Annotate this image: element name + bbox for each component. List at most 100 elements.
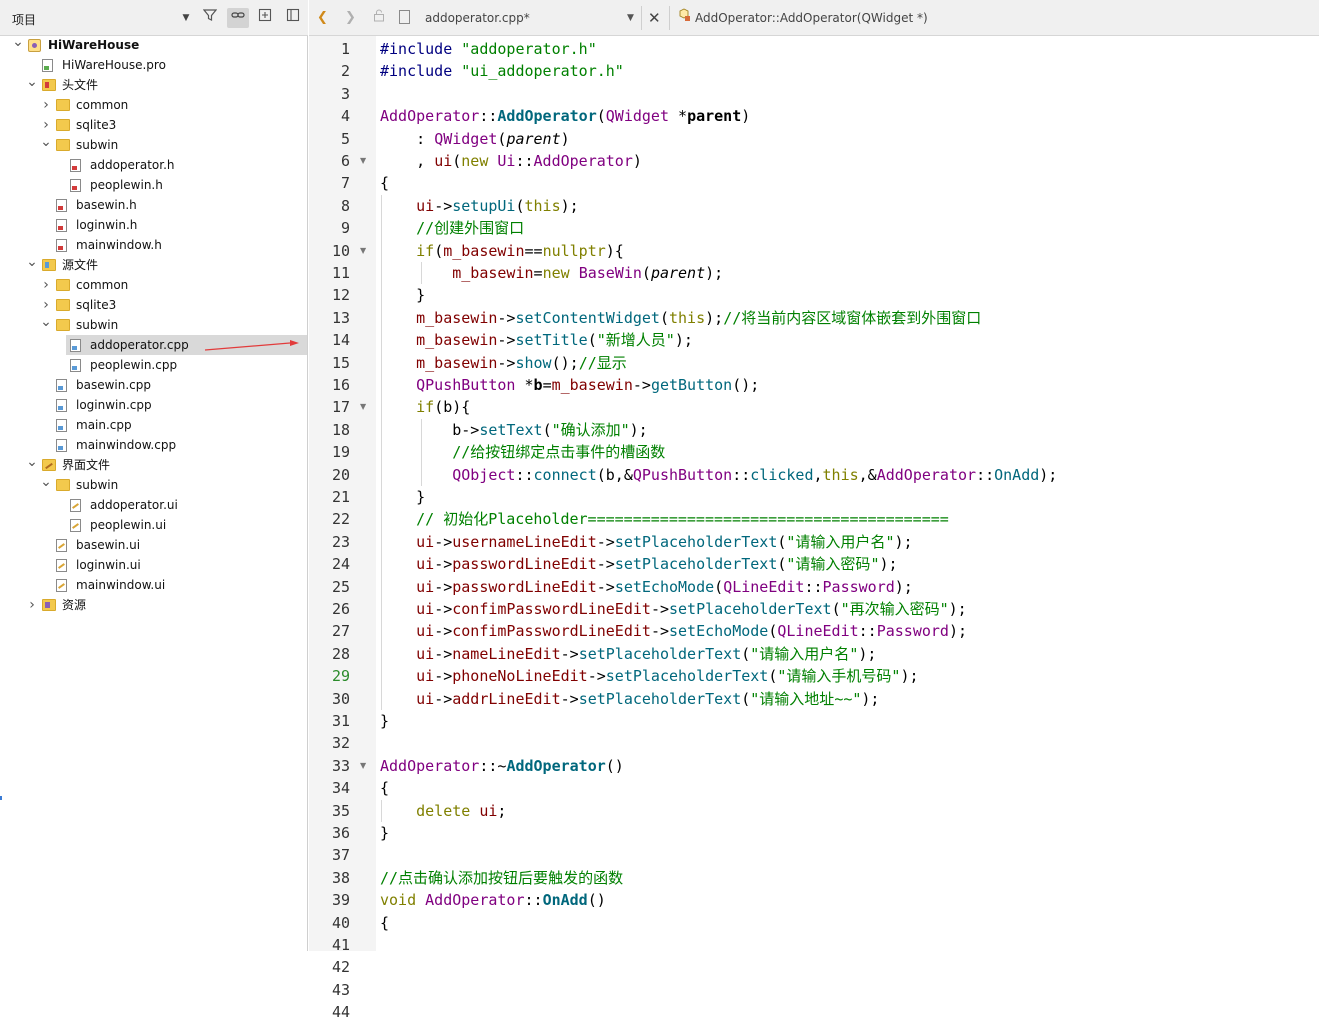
fold-marker-icon[interactable]: ▼ — [360, 396, 370, 418]
open-file-name[interactable]: addoperator.cpp* — [425, 8, 530, 28]
close-document-icon[interactable]: ✕ — [648, 8, 661, 28]
expand-arrow-icon[interactable]: ⌄ — [40, 315, 52, 335]
tree-item[interactable]: peoplewin.h — [0, 175, 307, 195]
back-arrow-icon[interactable]: ❮ — [317, 8, 328, 28]
view-dropdown-chevron-icon[interactable]: ▼ — [178, 8, 194, 28]
code-token: ); — [879, 555, 898, 574]
code-token: ( — [515, 196, 525, 215]
tree-item[interactable]: mainwindow.cpp — [0, 435, 307, 455]
tree-item[interactable]: addoperator.ui — [0, 495, 307, 515]
code-token: setPlaceholderText — [669, 600, 832, 618]
tree-item-label: HiWareHouse — [48, 38, 140, 52]
code-token: :: — [858, 622, 877, 641]
tree-item[interactable]: addoperator.h — [0, 155, 307, 175]
folder-icon — [56, 279, 70, 291]
tree-item[interactable]: basewin.h — [0, 195, 307, 215]
code-token: this — [669, 308, 706, 327]
fold-marker-icon[interactable]: ▼ — [360, 755, 370, 777]
code-token: setTitle — [515, 331, 588, 350]
tree-item[interactable]: loginwin.ui — [0, 555, 307, 575]
expand-arrow-icon[interactable]: ⌄ — [40, 475, 52, 495]
tree-item[interactable]: ⌄ 源文件 — [0, 255, 307, 275]
tree-item[interactable]: HiWareHouse.pro — [0, 55, 307, 75]
code-token: { — [380, 913, 390, 932]
tree-item[interactable]: › sqlite3 — [0, 115, 307, 135]
tree-item[interactable]: › sqlite3 — [0, 295, 307, 315]
code-line: , ui(new Ui::AddOperator) — [380, 150, 642, 172]
tree-item[interactable]: mainwindow.h — [0, 235, 307, 255]
tree-item[interactable]: addoperator.cpp — [66, 335, 307, 355]
current-symbol[interactable]: AddOperator::AddOperator(QWidget *) — [695, 8, 928, 28]
expand-arrow-icon[interactable]: ⌄ — [12, 35, 24, 55]
code-token: ui — [416, 555, 435, 574]
tree-item[interactable]: basewin.cpp — [0, 375, 307, 395]
folder-icon — [56, 99, 70, 111]
tree-item[interactable]: mainwindow.ui — [0, 575, 307, 595]
tree-item[interactable]: › common — [0, 95, 307, 115]
tree-item[interactable]: main.cpp — [0, 415, 307, 435]
tree-item-label: subwin — [76, 478, 119, 492]
line-number: 18 — [331, 420, 350, 439]
tree-item-label: basewin.h — [76, 198, 137, 212]
line-number: 43 — [331, 980, 350, 999]
code-token: ( — [659, 308, 669, 327]
code-token: ui — [416, 689, 435, 708]
tree-item[interactable]: › 资源 — [0, 595, 307, 615]
lock-icon[interactable] — [373, 8, 385, 28]
tree-item[interactable]: ⌄ subwin — [0, 475, 307, 495]
code-token: passwordLineEdit — [452, 577, 597, 596]
code-editor[interactable]: #include "addoperator.h" #include "ui_add… — [376, 36, 1319, 951]
code-token: -> — [434, 577, 453, 596]
fold-marker-icon[interactable]: ▼ — [360, 240, 370, 262]
tree-item[interactable]: loginwin.h — [0, 215, 307, 235]
collapse-arrow-icon[interactable]: › — [26, 595, 38, 615]
tree-item[interactable]: ⌄ 头文件 — [0, 75, 307, 95]
tree-item[interactable]: ⌄ subwin — [0, 315, 307, 335]
tree-item[interactable]: peoplewin.ui — [0, 515, 307, 535]
collapse-arrow-icon[interactable]: › — [40, 275, 52, 295]
code-token: Password — [822, 577, 895, 596]
filter-icon[interactable] — [199, 8, 221, 28]
link-with-editor-icon[interactable] — [227, 8, 249, 28]
expand-arrow-icon[interactable]: ⌄ — [26, 75, 38, 95]
code-token: AddOperator — [380, 756, 480, 775]
code-token: "请输入用户名" — [750, 644, 859, 663]
tree-item[interactable]: basewin.ui — [0, 535, 307, 555]
expand-arrow-icon[interactable]: ⌄ — [40, 135, 52, 155]
tree-item[interactable]: ⌄ 界面文件 — [0, 455, 307, 475]
collapse-arrow-icon[interactable]: › — [40, 95, 52, 115]
forward-arrow-icon[interactable]: ❯ — [345, 8, 356, 28]
tree-item-label: main.cpp — [76, 418, 132, 432]
code-token: b-> — [380, 420, 480, 439]
open-documents-chevron-icon[interactable]: ▼ — [627, 8, 634, 28]
code-token: QPushButton — [416, 376, 516, 394]
code-line: : QWidget(parent) — [380, 128, 570, 150]
code-token: //将当前内容区域窗体嵌套到外围窗口 — [723, 308, 982, 327]
split-add-icon[interactable] — [254, 8, 276, 28]
expand-arrow-icon[interactable]: ⌄ — [26, 255, 38, 275]
tree-item[interactable]: ⌄ subwin — [0, 135, 307, 155]
code-token: usernameLineEdit — [452, 532, 597, 551]
code-token: m_basewin — [416, 353, 498, 372]
line-number: 29 — [331, 667, 350, 686]
expand-arrow-icon[interactable]: ⌄ — [26, 455, 38, 475]
fold-marker-icon[interactable]: ▼ — [360, 150, 370, 172]
vfolder-h-icon — [42, 79, 56, 91]
tree-item[interactable]: ⌄ HiWareHouse — [0, 35, 307, 55]
split-close-icon[interactable] — [282, 8, 304, 28]
code-line: } — [380, 284, 425, 306]
code-line: //创建外围窗口 — [380, 217, 524, 239]
code-token: if — [416, 241, 435, 260]
tree-item[interactable]: › common — [0, 275, 307, 295]
code-token: OnAdd — [542, 891, 588, 910]
tree-item[interactable]: loginwin.cpp — [0, 395, 307, 415]
collapse-arrow-icon[interactable]: › — [40, 115, 52, 135]
code-token: ; — [497, 801, 507, 820]
code-token: QWidget — [605, 107, 669, 126]
tree-item[interactable]: peoplewin.cpp — [0, 355, 307, 375]
code-line: ui->phoneNoLineEdit->setPlaceholderText(… — [380, 665, 918, 687]
collapse-arrow-icon[interactable]: › — [40, 295, 52, 315]
code-token: -> — [596, 555, 615, 574]
line-number: 2 — [340, 62, 350, 81]
